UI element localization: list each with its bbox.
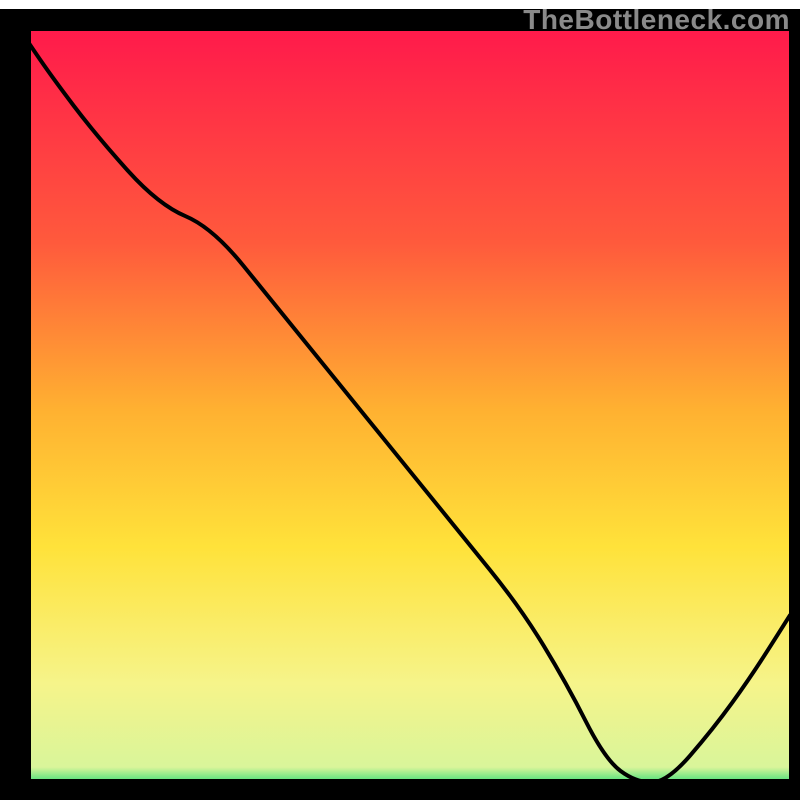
plot-background	[20, 30, 790, 790]
watermark-text: TheBottleneck.com	[523, 4, 790, 36]
bottleneck-chart	[0, 0, 800, 800]
chart-container: TheBottleneck.com	[0, 0, 800, 800]
